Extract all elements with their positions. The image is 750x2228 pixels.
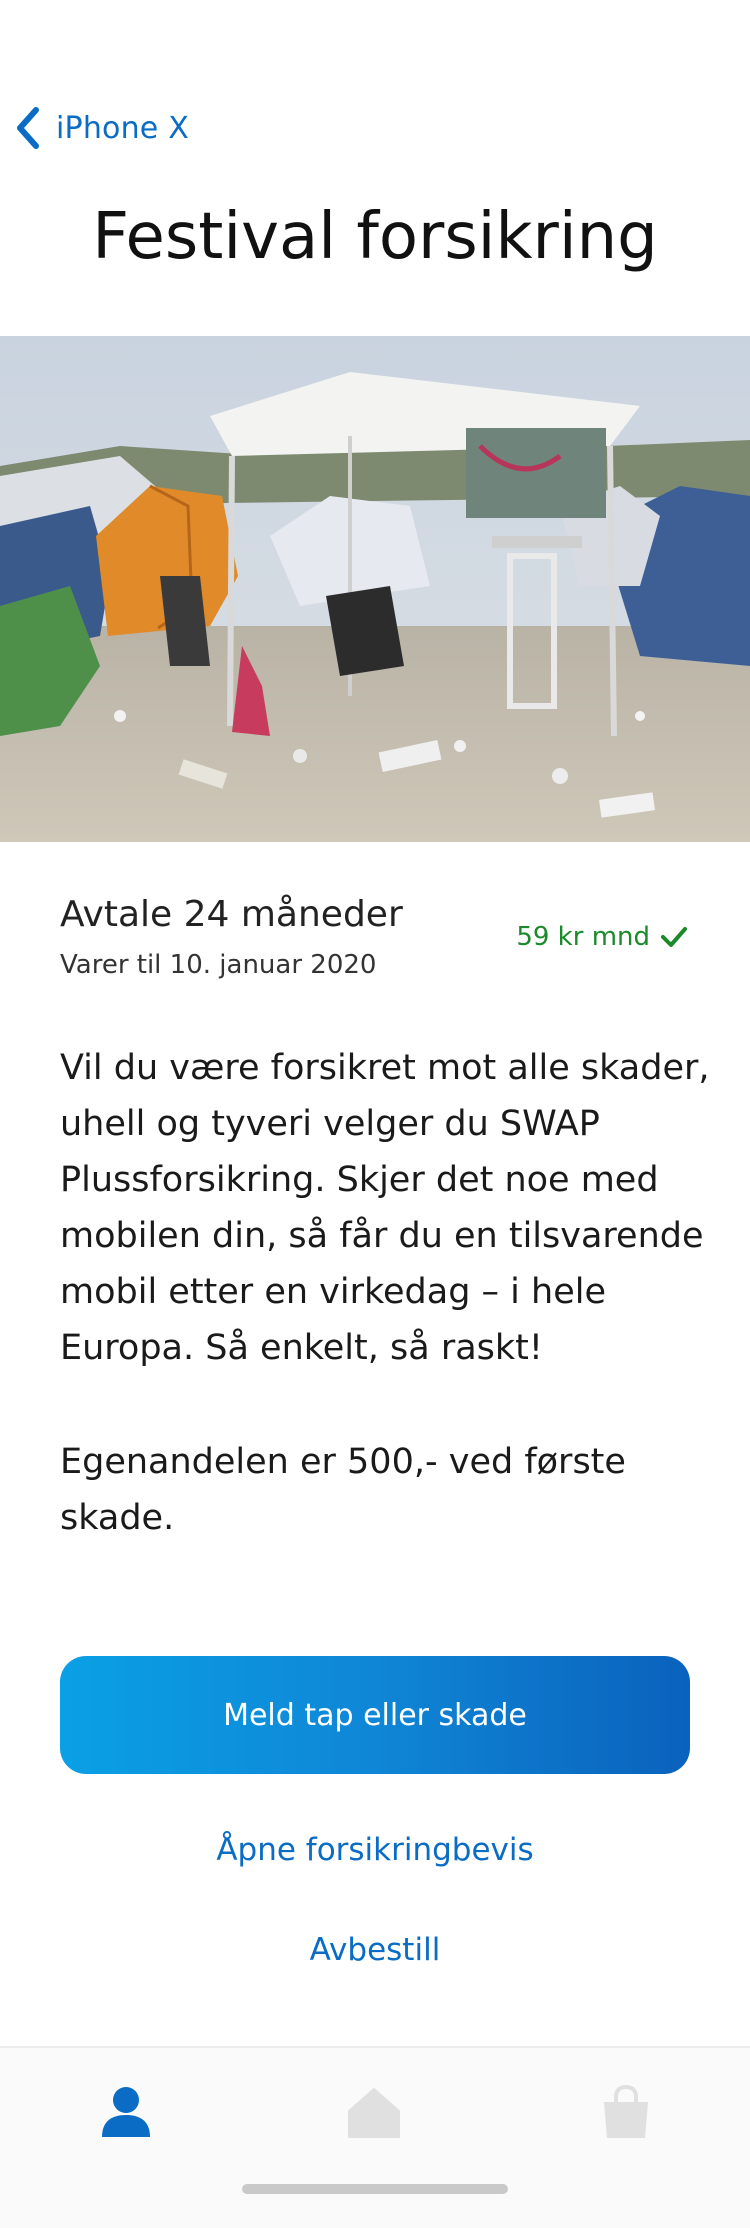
plan-title: Avtale 24 måneder [60, 894, 403, 935]
price-label: 59 kr mnd [516, 922, 650, 952]
tab-home[interactable] [334, 2072, 414, 2152]
price-badge: 59 kr mnd [516, 922, 688, 952]
page-title: Festival forsikring [92, 200, 658, 274]
back-label: iPhone X [56, 110, 189, 146]
open-certificate-link[interactable]: Åpne forsikringbevis [0, 1832, 750, 1868]
description-paragraph: Vil du være forsikret mot alle skader, u… [60, 1048, 710, 1368]
tab-bar [0, 2046, 750, 2228]
cancel-link[interactable]: Avbestill [0, 1932, 750, 1968]
shopping-bag-icon [604, 2084, 648, 2138]
tab-profile[interactable] [86, 2072, 166, 2152]
hero-image [0, 336, 750, 842]
home-icon [348, 2088, 400, 2138]
plan-validity: Varer til 10. januar 2020 [60, 950, 377, 980]
report-loss-button[interactable]: Meld tap eller skade [60, 1656, 690, 1774]
tab-shop[interactable] [586, 2072, 666, 2152]
back-button[interactable]: iPhone X [14, 104, 189, 152]
home-indicator [242, 2184, 508, 2194]
person-icon [102, 2087, 150, 2137]
chevron-left-icon [17, 107, 39, 149]
deductible-paragraph: Egenandelen er 500,- ved første skade. [60, 1442, 626, 1538]
checkmark-icon [661, 927, 687, 947]
